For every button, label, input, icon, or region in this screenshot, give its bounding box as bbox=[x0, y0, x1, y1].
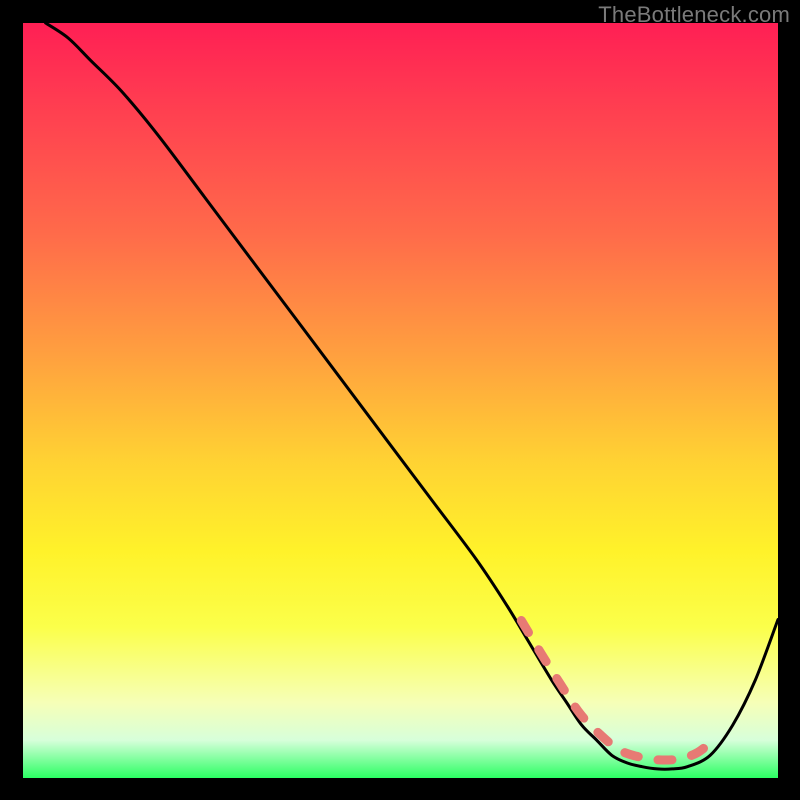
flat-region-dash bbox=[521, 621, 717, 761]
chart-stage: TheBottleneck.com bbox=[0, 0, 800, 800]
bottleneck-curve bbox=[46, 23, 778, 769]
plot-area bbox=[23, 23, 778, 778]
curve-overlay bbox=[23, 23, 778, 778]
